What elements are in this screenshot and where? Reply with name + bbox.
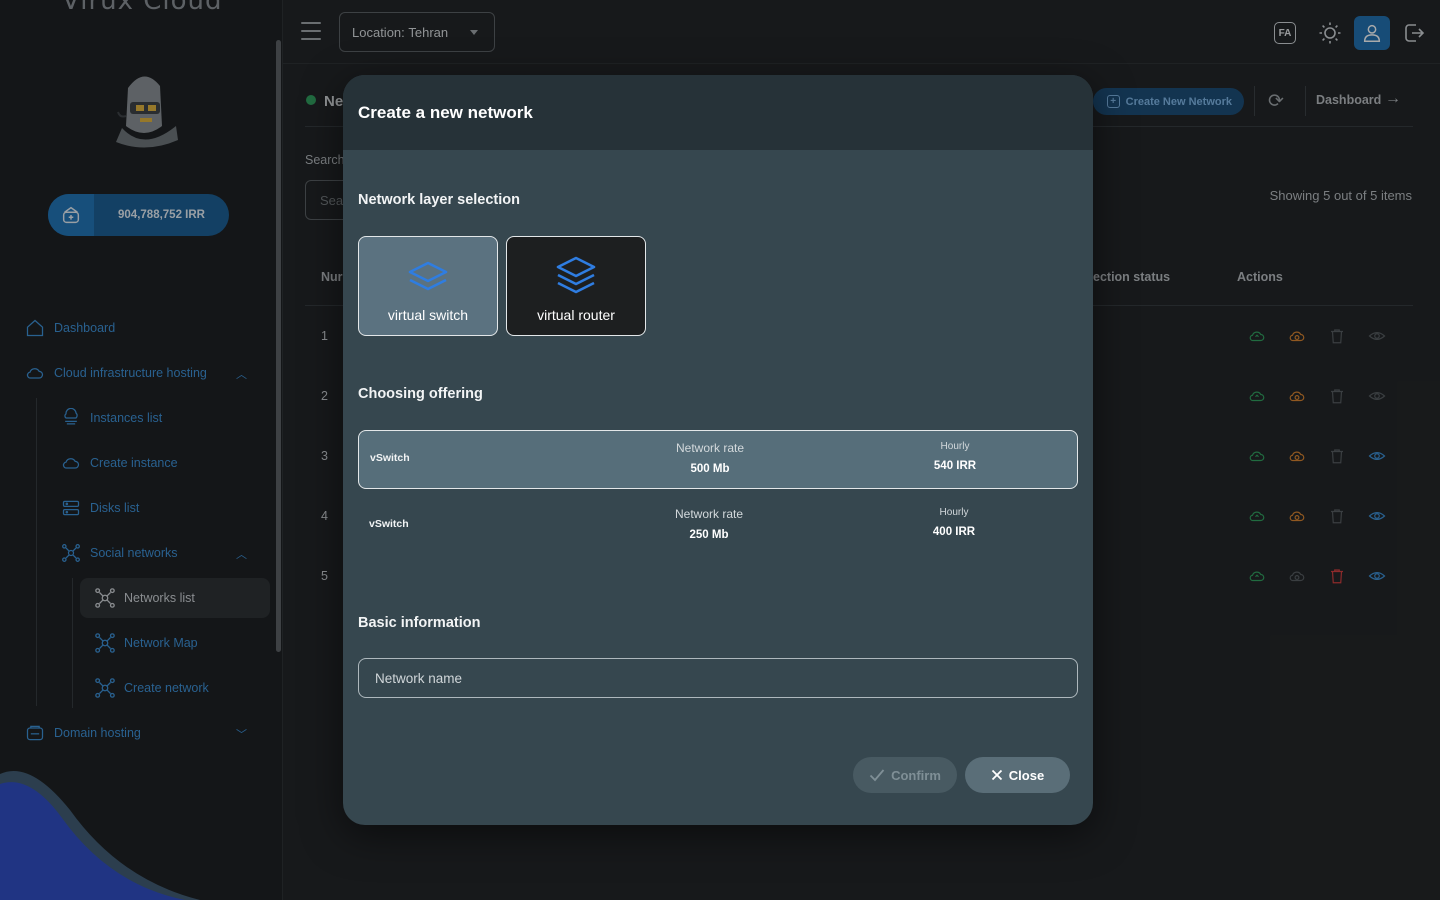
layer-label: virtual router [537, 307, 615, 323]
create-network-modal: Create a new network Network layer selec… [343, 75, 1093, 825]
modal-title: Create a new network [358, 102, 533, 122]
rate-label: Network rate [675, 441, 745, 455]
price-value: 540 IRR [933, 460, 977, 472]
layers-icon [408, 261, 448, 291]
confirm-label: Confirm [891, 767, 941, 783]
offering-rate: Network rate 500 Mb [655, 441, 765, 475]
offering-name: vSwitch [369, 518, 409, 530]
offering-option[interactable]: vSwitch Network rate 250 Mb Hourly 400 I… [358, 497, 1078, 556]
rate-value: 250 Mb [689, 529, 729, 541]
close-button[interactable]: Close [965, 757, 1070, 793]
layer-option-virtual-switch[interactable]: virtual switch [358, 236, 498, 336]
price-label: Hourly [939, 507, 969, 518]
rate-label: Network rate [674, 507, 744, 521]
price-label: Hourly [940, 441, 970, 452]
offering-price: Hourly 400 IRR [914, 507, 994, 538]
basic-section-title: Basic information [358, 615, 481, 631]
network-name-input[interactable] [358, 658, 1078, 698]
rate-value: 500 Mb [690, 463, 730, 475]
close-label: Close [1008, 767, 1045, 783]
layer-section-title: Network layer selection [358, 192, 520, 208]
check-icon [869, 769, 885, 782]
close-icon [991, 769, 1002, 781]
offering-name: vSwitch [370, 452, 410, 464]
offering-option[interactable]: vSwitch Network rate 500 Mb Hourly 540 I… [358, 430, 1078, 489]
layers-icon [556, 256, 596, 294]
modal-header: Create a new network [343, 75, 1093, 150]
layer-option-virtual-router[interactable]: virtual router [506, 236, 646, 336]
offering-rate: Network rate 250 Mb [654, 507, 764, 541]
offering-section-title: Choosing offering [358, 386, 483, 402]
offering-price: Hourly 540 IRR [915, 441, 995, 472]
price-value: 400 IRR [932, 526, 976, 538]
layer-label: virtual switch [387, 307, 469, 323]
confirm-button[interactable]: Confirm [853, 757, 957, 793]
